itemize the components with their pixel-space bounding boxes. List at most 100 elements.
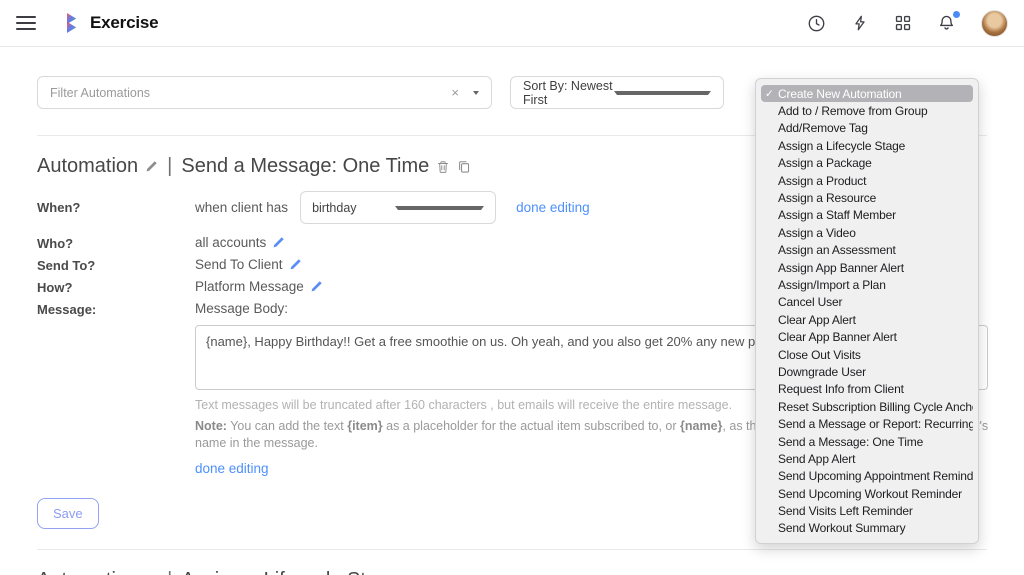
divider [37,549,987,550]
dropdown-item[interactable]: Assign a Lifecycle Stage [761,137,973,154]
dropdown-item[interactable]: Send a Message or Report: Recurring [761,415,973,432]
sort-by-select[interactable]: Sort By: Newest First [510,76,724,109]
message-label: Message: [37,300,195,317]
clear-filter-icon[interactable]: × [451,85,459,100]
edit-pencil-icon[interactable] [272,236,285,249]
dropdown-item-label: Assign a Lifecycle Stage [778,139,905,153]
notification-dot [953,11,960,18]
dropdown-item[interactable]: Assign/Import a Plan [761,276,973,293]
dropdown-item[interactable]: Clear App Banner Alert [761,328,973,345]
top-bar: Exercise [0,0,1024,47]
when-label: When? [37,191,195,224]
name-token: {name} [680,419,722,433]
automation-two-heading: Automation | Assign a Lifecycle Stage [37,569,987,575]
dropdown-item[interactable]: Send Workout Summary [761,520,973,537]
dropdown-item-label: Close Out Visits [778,348,861,362]
heading-divider: | [165,569,174,575]
brand-name: Exercise [90,13,158,33]
dropdown-item[interactable]: Assign App Banner Alert [761,259,973,276]
dropdown-item-label: Send Upcoming Appointment Reminder [778,469,973,483]
dropdown-item-label: Assign a Resource [778,191,876,205]
dropdown-item[interactable]: Send Visits Left Reminder [761,502,973,519]
dropdown-item-label: Reset Subscription Billing Cycle Anchor [778,400,973,414]
dropdown-item[interactable]: Reset Subscription Billing Cycle Anchor [761,398,973,415]
dropdown-item[interactable]: Send Upcoming Workout Reminder [761,485,973,502]
dropdown-item[interactable]: Add/Remove Tag [761,120,973,137]
dropdown-item[interactable]: Send App Alert [761,450,973,467]
dropdown-item[interactable]: Assign a Staff Member [761,207,973,224]
dropdown-item[interactable]: Clear App Alert [761,311,973,328]
hamburger-menu-icon[interactable] [16,16,36,30]
dropdown-item[interactable]: Assign a Package [761,155,973,172]
automation-dropdown: ✓Create New Automation Add to / Remove fr… [755,78,979,544]
send-to-value: Send To Client [195,257,283,272]
dropdown-item[interactable]: Assign a Video [761,224,973,241]
dropdown-item-label: Add to / Remove from Group [778,104,928,118]
chevron-down-icon [614,91,711,95]
history-clock-icon[interactable] [807,14,826,33]
dropdown-item-label: Send Upcoming Workout Reminder [778,487,962,501]
dropdown-item-label: Downgrade User [778,365,866,379]
delete-trash-icon[interactable] [436,160,450,174]
brand-logo-icon [62,12,82,34]
dropdown-item-label: Assign a Video [778,226,856,240]
chevron-down-icon [395,206,484,210]
save-button[interactable]: Save [37,498,99,529]
who-label: Who? [37,234,195,251]
message-body-label: Message Body: [195,301,288,316]
dropdown-item[interactable]: Downgrade User [761,363,973,380]
dropdown-item[interactable]: Cancel User [761,294,973,311]
dropdown-item[interactable]: Assign an Assessment [761,242,973,259]
duplicate-copy-icon[interactable] [457,160,471,174]
dropdown-item-label: Clear App Banner Alert [778,330,897,344]
item-token: {item} [347,419,382,433]
dropdown-item-label: Send a Message or Report: Recurring [778,417,973,431]
note-bold-label: Note: [195,419,227,433]
dropdown-item[interactable]: Request Info from Client [761,381,973,398]
dropdown-item[interactable]: Close Out Visits [761,346,973,363]
note-text: as a placeholder for the actual item sub… [383,419,680,433]
dropdown-item[interactable]: ✓Create New Automation [761,85,973,102]
checkmark-icon: ✓ [765,88,778,100]
dropdown-item-label: Assign an Assessment [778,243,896,257]
sort-by-value: Sort By: Newest First [523,79,614,107]
brand-logo[interactable]: Exercise [62,12,158,34]
dropdown-item-label: Send Workout Summary [778,521,906,535]
user-avatar[interactable] [981,10,1008,37]
edit-pencil-icon[interactable] [289,258,302,271]
when-select-value: birthday [312,201,395,215]
chevron-down-icon [473,91,479,95]
dropdown-item[interactable]: Assign a Product [761,172,973,189]
dropdown-item-label: Assign a Product [778,174,866,188]
note-text: You can add the text [227,419,347,433]
heading-prefix: Automation [37,155,138,178]
filter-placeholder: Filter Automations [50,86,451,100]
automation-section-two: Automation | Assign a Lifecycle Stage Wh… [37,569,987,575]
dropdown-item-label: Send Visits Left Reminder [778,504,913,518]
dropdown-item[interactable]: Send Upcoming Appointment Reminder [761,468,973,485]
edit-pencil-icon[interactable] [145,160,158,173]
edit-pencil-icon[interactable] [310,280,323,293]
who-value: all accounts [195,235,266,250]
dropdown-item[interactable]: Assign a Resource [761,189,973,206]
how-value: Platform Message [195,279,304,294]
dropdown-item-label: Cancel User [778,295,842,309]
dropdown-item-label: Clear App Alert [778,313,856,327]
dropdown-item-label: Assign a Package [778,156,872,170]
send-to-label: Send To? [37,256,195,273]
notifications-bell-icon[interactable] [937,14,956,33]
heading-divider: | [165,155,174,178]
dropdown-item-label: Request Info from Client [778,382,904,396]
dropdown-item-label: Add/Remove Tag [778,121,868,135]
apps-grid-icon[interactable] [894,14,912,32]
automation-one-title: Send a Message: One Time [181,155,429,178]
heading-prefix: Automation [37,569,138,575]
done-editing-link[interactable]: done editing [516,200,590,215]
when-trigger-select[interactable]: birthday [300,191,496,224]
filter-automations-input[interactable]: Filter Automations × [37,76,492,109]
lightning-bolt-icon[interactable] [851,14,869,32]
dropdown-item-label: Create New Automation [778,87,902,101]
automation-two-title: Assign a Lifecycle Stage [181,569,399,575]
dropdown-item[interactable]: Send a Message: One Time [761,433,973,450]
dropdown-item[interactable]: Add to / Remove from Group [761,102,973,119]
